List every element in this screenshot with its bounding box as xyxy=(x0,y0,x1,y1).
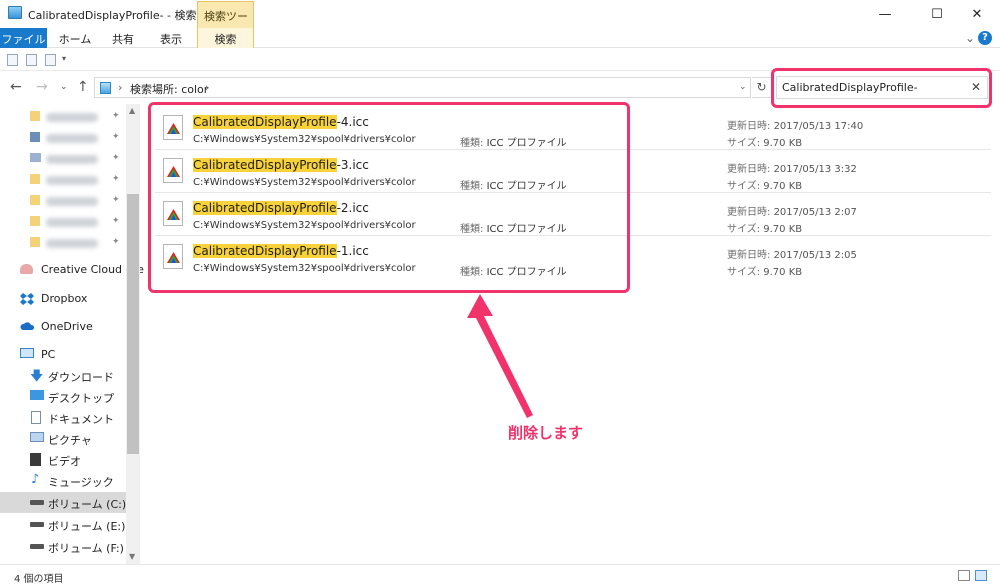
nav-item-desktop[interactable]: デスクトップ xyxy=(0,386,126,407)
pc-icon xyxy=(20,348,34,358)
quick-access-item[interactable]: ✦ xyxy=(0,107,126,128)
scroll-thumb[interactable] xyxy=(127,194,139,454)
pin-icon: ✦ xyxy=(112,132,120,142)
ribbon-tabs: ファイル ホーム 共有 表示 検索 ⌄ xyxy=(0,28,1000,48)
nav-item-creative-cloud[interactable]: Creative Cloud File xyxy=(0,259,144,280)
customize-qat-icon[interactable]: ▾ xyxy=(62,54,66,63)
nav-item-pc[interactable]: PC xyxy=(0,344,126,365)
recent-locations-icon[interactable]: ⌄ xyxy=(60,82,68,92)
pin-icon: ✦ xyxy=(112,195,120,205)
onedrive-icon xyxy=(20,320,35,333)
videos-icon xyxy=(30,453,41,466)
pictures-icon xyxy=(30,432,44,442)
creative-cloud-icon xyxy=(20,264,33,274)
chevron-down-icon[interactable]: ⌄ xyxy=(739,82,747,92)
minimize-button[interactable]: — xyxy=(862,0,908,28)
folder-icon xyxy=(100,82,111,94)
drive-icon xyxy=(30,500,44,505)
file-size: サイズ: 9.70 KB xyxy=(727,138,803,149)
up-arrow-icon[interactable]: ↑ xyxy=(77,79,89,95)
status-bar: 4 個の項目 xyxy=(0,564,1000,586)
file-size: サイズ: 9.70 KB xyxy=(727,267,803,278)
annotation-label: 削除します xyxy=(508,424,584,442)
close-button[interactable]: ✕ xyxy=(954,0,1000,28)
file-date: 更新日時: 2017/05/13 17:40 xyxy=(727,121,864,132)
nav-item-music[interactable]: ♪ ミュージック xyxy=(0,470,126,491)
chevron-down-icon[interactable]: ⌄ xyxy=(965,31,975,45)
details-view-icon[interactable] xyxy=(958,570,970,581)
folder-icon xyxy=(30,111,40,121)
refresh-icon[interactable]: ↻ xyxy=(752,77,772,98)
folder-icon xyxy=(30,132,40,142)
back-arrow-icon[interactable]: ← xyxy=(10,79,22,95)
tab-home[interactable]: ホーム xyxy=(55,28,95,48)
navigation-pane: ✦ ✦ ✦ ✦ ✦ ✦ ✦ Creative Cloud File Dropbo… xyxy=(0,104,144,564)
properties-icon[interactable] xyxy=(7,54,18,66)
music-icon: ♪ xyxy=(31,472,40,487)
folder-icon xyxy=(30,195,40,205)
breadcrumb[interactable]: 検索場所: color xyxy=(130,81,208,97)
nav-item-onedrive[interactable]: OneDrive xyxy=(0,316,126,337)
folder-icon xyxy=(30,174,40,184)
drive-icon xyxy=(30,522,44,527)
nav-item-volume-e[interactable]: ボリューム (E:) xyxy=(0,514,126,535)
pin-icon: ✦ xyxy=(112,111,120,121)
large-icons-view-icon[interactable] xyxy=(975,570,987,581)
quick-access-item[interactable]: ✦ xyxy=(0,191,126,212)
address-bar[interactable]: › 検索場所: color › ⌄ xyxy=(94,77,751,98)
new-folder-icon[interactable] xyxy=(26,54,37,66)
search-highlight-frame xyxy=(771,68,992,108)
nav-item-videos[interactable]: ビデオ xyxy=(0,449,126,470)
tab-view[interactable]: 表示 xyxy=(151,28,191,48)
help-icon[interactable]: ? xyxy=(978,31,992,45)
tab-file[interactable]: ファイル xyxy=(0,28,47,48)
pin-icon: ✦ xyxy=(112,174,120,184)
file-date: 更新日時: 2017/05/13 3:32 xyxy=(727,164,857,175)
quick-access-item[interactable]: ✦ xyxy=(0,212,126,233)
tab-share[interactable]: 共有 xyxy=(105,28,141,48)
quick-access-item[interactable]: ✦ xyxy=(0,170,126,191)
documents-icon xyxy=(31,411,41,424)
nav-scrollbar[interactable]: ▲ ▼ xyxy=(126,104,140,564)
nav-item-volume-f[interactable]: ボリューム (F:) xyxy=(0,536,126,557)
nav-item-downloads[interactable]: 🡇 ダウンロード xyxy=(0,365,126,386)
nav-item-pictures[interactable]: ピクチャ xyxy=(0,428,126,449)
file-date: 更新日時: 2017/05/13 2:05 xyxy=(727,250,857,261)
download-icon: 🡇 xyxy=(30,369,44,384)
results-highlight-frame xyxy=(148,102,630,293)
folder-icon xyxy=(8,6,22,19)
nav-item-dropbox[interactable]: Dropbox xyxy=(0,288,126,309)
nav-item-volume-c[interactable]: ボリューム (C:) xyxy=(0,492,126,513)
folder-icon xyxy=(30,237,40,247)
quick-access-item[interactable]: ✦ xyxy=(0,149,126,170)
pin-icon: ✦ xyxy=(112,216,120,226)
scroll-down-icon[interactable]: ▼ xyxy=(129,552,135,561)
breadcrumb-separator-icon[interactable]: › xyxy=(118,81,122,94)
dropbox-icon xyxy=(20,292,34,305)
tab-search[interactable]: 検索 xyxy=(197,28,254,48)
quick-access-item[interactable]: ✦ xyxy=(0,128,126,149)
breadcrumb-separator-icon[interactable]: › xyxy=(205,81,209,94)
title-bar: CalibratedDisplayProfile- - 検索場... 検索ツール… xyxy=(0,0,1000,39)
folder-icon xyxy=(30,153,41,162)
forward-arrow-icon[interactable]: → xyxy=(36,79,48,95)
item-count: 4 個の項目 xyxy=(14,574,64,585)
quick-access-item[interactable]: ✦ xyxy=(0,233,126,254)
nav-item-documents[interactable]: ドキュメント xyxy=(0,407,126,428)
file-date: 更新日時: 2017/05/13 2:07 xyxy=(727,207,857,218)
file-size: サイズ: 9.70 KB xyxy=(727,224,803,235)
desktop-icon xyxy=(30,390,44,400)
folder-icon xyxy=(30,216,40,226)
file-size: サイズ: 9.70 KB xyxy=(727,181,803,192)
view-options-icon[interactable] xyxy=(45,54,56,66)
search-tools-context-tab[interactable]: 検索ツール xyxy=(197,1,254,39)
pin-icon: ✦ xyxy=(112,237,120,247)
pin-icon: ✦ xyxy=(112,153,120,163)
drive-icon xyxy=(30,544,44,549)
scroll-up-icon[interactable]: ▲ xyxy=(129,106,135,115)
window-title: CalibratedDisplayProfile- - 検索場... xyxy=(28,9,219,22)
